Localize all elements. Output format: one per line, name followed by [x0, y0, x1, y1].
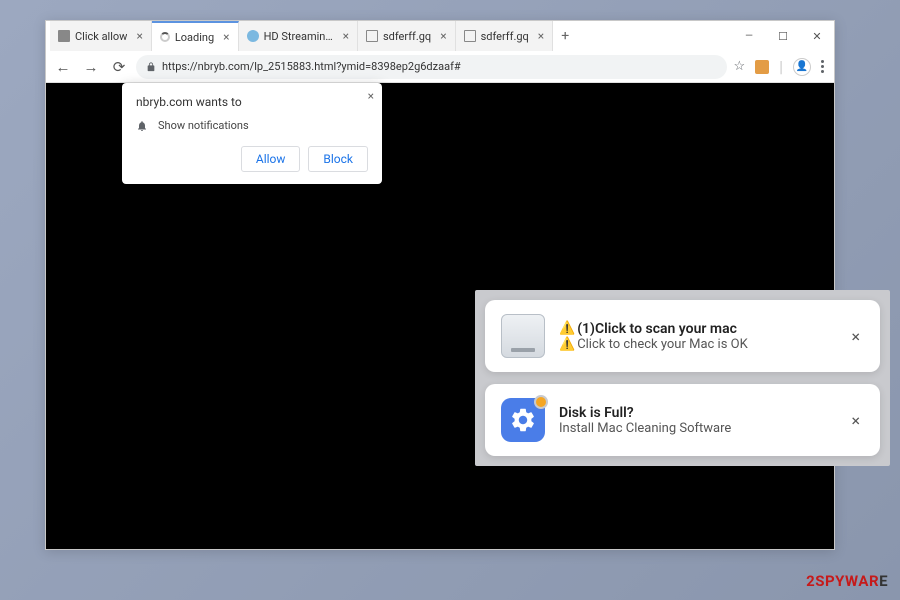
notification-subtitle-text: Click to check your Mac is OK [577, 337, 748, 352]
notification-group: ⚠️ (1)Click to scan your mac ⚠️ Click to… [475, 290, 890, 466]
notification-body: Disk is Full? Install Mac Cleaning Softw… [559, 405, 833, 436]
permission-request-text: Show notifications [158, 119, 249, 132]
badge-icon [534, 395, 548, 409]
block-button[interactable]: Block [308, 146, 368, 172]
close-icon[interactable]: × [368, 89, 374, 103]
forward-button[interactable]: → [80, 56, 102, 78]
window-controls [732, 21, 834, 51]
close-icon[interactable]: × [847, 407, 864, 434]
bookmark-star-icon[interactable]: ☆ [733, 59, 745, 74]
divider: | [779, 57, 783, 76]
notification-subtitle: Install Mac Cleaning Software [559, 421, 833, 436]
permission-site-label: nbryb.com wants to [136, 95, 368, 109]
tab-sdferff-1[interactable]: sdferff.gq × [358, 21, 456, 51]
tab-loading[interactable]: Loading × [152, 21, 239, 51]
notification-permission-popup: × nbryb.com wants to Show notifications … [122, 83, 382, 184]
allow-button[interactable]: Allow [241, 146, 301, 172]
permission-buttons: Allow Block [136, 146, 368, 172]
maximize-button[interactable] [766, 21, 800, 51]
tab-title: Loading [175, 31, 214, 44]
harddrive-icon [501, 314, 545, 358]
notification-title: Disk is Full? [559, 405, 833, 421]
page-icon [58, 30, 70, 42]
close-icon[interactable]: × [223, 30, 229, 44]
page-icon [464, 30, 476, 42]
notification-subtitle: ⚠️ Click to check your Mac is OK [559, 337, 833, 352]
tab-title: Click allow [75, 30, 127, 43]
notification-stack: ⚠️ (1)Click to scan your mac ⚠️ Click to… [475, 290, 890, 466]
close-icon[interactable]: × [440, 29, 446, 43]
tab-click-allow[interactable]: Click allow × [50, 21, 152, 51]
watermark-suffix: E [879, 572, 888, 590]
notification-disk-full[interactable]: Disk is Full? Install Mac Cleaning Softw… [485, 384, 880, 456]
close-icon[interactable]: × [343, 29, 349, 43]
extension-icon[interactable] [755, 60, 769, 74]
notification-title-text: (1)Click to scan your mac [577, 321, 737, 337]
tab-title: sdferff.gq [481, 30, 529, 43]
watermark: 2SPYWARE [806, 572, 888, 590]
warning-icon: ⚠️ [559, 321, 575, 336]
notification-body: ⚠️ (1)Click to scan your mac ⚠️ Click to… [559, 321, 833, 352]
watermark-prefix: 2SPYWAR [806, 572, 879, 590]
close-icon[interactable]: × [538, 29, 544, 43]
minimize-button[interactable] [732, 21, 766, 51]
bell-icon [136, 120, 148, 132]
tab-strip: Click allow × Loading × HD Streaming - 7… [46, 21, 834, 51]
tab-sdferff-2[interactable]: sdferff.gq × [456, 21, 554, 51]
toolbar: ← → ⟳ https://nbryb.com/lp_2515883.html?… [46, 51, 834, 83]
tab-title: HD Streaming - 720p [264, 30, 334, 43]
warning-icon: ⚠️ [559, 337, 575, 352]
gear-icon [501, 398, 545, 442]
close-window-button[interactable] [800, 21, 834, 51]
reload-button[interactable]: ⟳ [108, 56, 130, 78]
close-icon[interactable]: × [136, 29, 142, 43]
address-bar[interactable]: https://nbryb.com/lp_2515883.html?ymid=8… [136, 55, 727, 79]
browser-window: Click allow × Loading × HD Streaming - 7… [45, 20, 835, 550]
loading-spinner-icon [160, 32, 170, 42]
titlebar: Click allow × Loading × HD Streaming - 7… [46, 21, 834, 51]
url-text: https://nbryb.com/lp_2515883.html?ymid=8… [162, 60, 717, 73]
page-icon [366, 30, 378, 42]
permission-request-row: Show notifications [136, 119, 368, 132]
notification-title: ⚠️ (1)Click to scan your mac [559, 321, 833, 337]
back-button[interactable]: ← [52, 56, 74, 78]
globe-icon [247, 30, 259, 42]
tab-hd-streaming[interactable]: HD Streaming - 720p × [239, 21, 358, 51]
lock-icon [146, 62, 156, 72]
notification-scan-mac[interactable]: ⚠️ (1)Click to scan your mac ⚠️ Click to… [485, 300, 880, 372]
browser-menu-icon[interactable] [821, 60, 824, 73]
close-icon[interactable]: × [847, 323, 864, 350]
toolbar-right: ☆ | 👤 [733, 57, 828, 76]
tab-title: sdferff.gq [383, 30, 431, 43]
new-tab-button[interactable]: + [553, 21, 577, 51]
profile-avatar[interactable]: 👤 [793, 58, 811, 76]
